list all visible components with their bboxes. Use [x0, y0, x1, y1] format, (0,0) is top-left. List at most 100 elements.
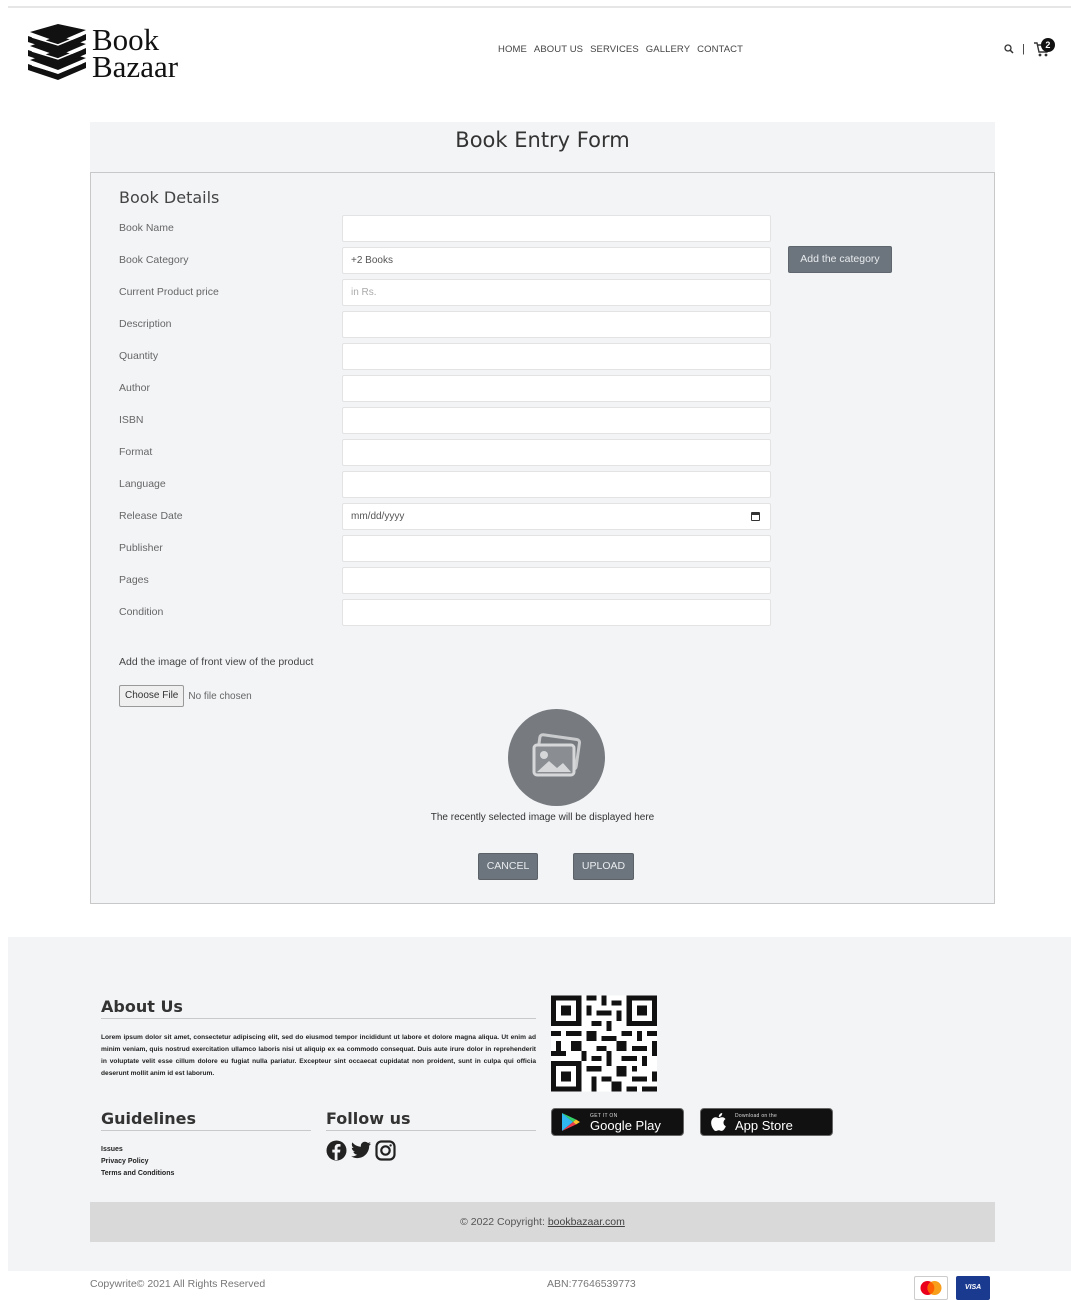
guidelines-heading: Guidelines	[101, 1109, 197, 1128]
qr-code-image	[551, 995, 657, 1092]
cart-button[interactable]: 2	[1033, 38, 1055, 58]
image-preview-caption: The recently selected image will be disp…	[430, 812, 655, 823]
field-label: Publisher	[119, 542, 163, 554]
form-row-release-date: Release Date mm/dd/yyyy	[119, 503, 969, 531]
search-icon[interactable]	[1004, 44, 1014, 54]
field-label: Condition	[119, 606, 164, 618]
file-status: No file chosen	[188, 690, 252, 702]
instagram-icon[interactable]	[375, 1140, 396, 1161]
form-row-author: Author	[119, 375, 969, 403]
format-input[interactable]	[342, 439, 771, 466]
form-row-format: Format	[119, 439, 969, 467]
book-entry-form: Book Details Book Name Book Category +2 …	[90, 172, 995, 904]
logo-text-line2: Bazaar	[92, 49, 179, 84]
guidelines-divider	[101, 1130, 311, 1131]
facebook-icon[interactable]	[326, 1140, 347, 1161]
abn-number: ABN:77646539773	[547, 1278, 636, 1290]
choose-file-button[interactable]: Choose File	[119, 685, 185, 707]
form-row-condition: Condition	[119, 599, 969, 627]
image-placeholder-icon	[532, 733, 582, 777]
form-title-band: Book Entry Form	[90, 122, 995, 172]
author-input[interactable]	[342, 375, 771, 402]
app-store-badge[interactable]: Download on the App Store	[700, 1108, 833, 1136]
form-row-language: Language	[119, 471, 969, 499]
field-label: Book Category	[119, 254, 189, 266]
about-us-heading: About Us	[101, 997, 183, 1016]
guideline-link-issues[interactable]: Issues	[101, 1144, 174, 1156]
language-input[interactable]	[342, 471, 771, 498]
pages-input[interactable]	[342, 567, 771, 594]
field-label: Language	[119, 478, 166, 490]
quantity-input[interactable]	[342, 343, 771, 370]
field-label: Quantity	[119, 350, 159, 362]
google-play-badge[interactable]: GET IT ON Google Play	[551, 1108, 684, 1136]
field-label: Description	[119, 318, 172, 330]
header-icons: | 2	[1004, 38, 1055, 58]
date-placeholder: mm/dd/yyyy	[351, 511, 405, 522]
copyright-band: © 2022 Copyright: bookbazaar.com	[90, 1202, 995, 1242]
follow-divider	[326, 1130, 536, 1131]
guideline-link-terms[interactable]: Terms and Conditions	[101, 1168, 174, 1180]
about-us-text: Lorem ipsum dolor sit amet, consectetur …	[101, 1034, 536, 1077]
app-store-big-text: App Store	[735, 1117, 793, 1133]
cart-count-badge: 2	[1040, 38, 1055, 52]
guideline-link-privacy[interactable]: Privacy Policy	[101, 1156, 174, 1168]
site-logo[interactable]: Book Bazaar	[24, 24, 178, 82]
mastercard-icon	[920, 1281, 942, 1295]
guidelines-list: Issues Privacy Policy Terms and Conditio…	[101, 1144, 174, 1180]
field-label: Current Product price	[119, 286, 219, 298]
nav-contact[interactable]: CONTACT	[697, 44, 743, 55]
book-name-input[interactable]	[342, 215, 771, 242]
field-label: Book Name	[119, 222, 174, 234]
nav-about-us[interactable]: ABOUT US	[534, 44, 583, 55]
upload-button[interactable]: UPLOAD	[573, 853, 634, 880]
google-play-icon	[562, 1113, 580, 1131]
form-row-description: Description	[119, 311, 969, 339]
section-title: Book Details	[119, 188, 220, 207]
book-category-select[interactable]: +2 Books	[342, 247, 771, 274]
nav-gallery[interactable]: GALLERY	[646, 44, 690, 55]
form-row-book-category: Book Category +2 Books Add the category	[119, 246, 969, 275]
copyright-link[interactable]: bookbazaar.com	[548, 1216, 625, 1228]
mastercard-badge	[914, 1276, 948, 1300]
main-nav: HOME ABOUT US SERVICES GALLERY CONTACT	[498, 44, 743, 55]
form-row-publisher: Publisher	[119, 535, 969, 563]
field-label: Release Date	[119, 510, 183, 522]
page-title: Book Entry Form	[455, 128, 630, 152]
about-divider	[101, 1018, 536, 1019]
field-label: Pages	[119, 574, 149, 586]
nav-services[interactable]: SERVICES	[590, 44, 639, 55]
top-divider	[8, 6, 1071, 8]
description-input[interactable]	[342, 311, 771, 338]
image-upload-label: Add the image of front view of the produ…	[119, 656, 314, 668]
bottom-copyright: Copywrite© 2021 All Rights Reserved	[90, 1278, 266, 1290]
publisher-input[interactable]	[342, 535, 771, 562]
book-stack-icon	[28, 24, 86, 80]
cancel-button[interactable]: CANCEL	[478, 853, 538, 880]
google-play-big-text: Google Play	[590, 1117, 661, 1133]
nav-home[interactable]: HOME	[498, 44, 527, 55]
form-row-price: Current Product price in Rs.	[119, 279, 969, 307]
form-row-isbn: ISBN	[119, 407, 969, 435]
copyright-text: © 2022 Copyright:	[460, 1216, 545, 1228]
field-label: Author	[119, 382, 150, 394]
header-separator: |	[1022, 43, 1025, 55]
condition-input[interactable]	[342, 599, 771, 626]
site-footer: About Us Lorem ipsum dolor sit amet, con…	[8, 937, 1071, 1271]
form-row-quantity: Quantity	[119, 343, 969, 371]
form-row-book-name: Book Name	[119, 215, 969, 243]
form-row-pages: Pages	[119, 567, 969, 595]
release-date-input[interactable]: mm/dd/yyyy	[342, 503, 771, 530]
apple-icon	[711, 1113, 726, 1131]
field-label: ISBN	[119, 414, 144, 426]
follow-us-heading: Follow us	[326, 1109, 411, 1128]
social-links	[326, 1140, 396, 1161]
isbn-input[interactable]	[342, 407, 771, 434]
image-preview-placeholder	[508, 709, 605, 806]
calendar-icon[interactable]	[751, 512, 760, 521]
twitter-icon[interactable]	[350, 1140, 372, 1161]
price-input[interactable]: in Rs.	[342, 279, 771, 306]
field-label: Format	[119, 446, 153, 458]
add-category-button[interactable]: Add the category	[788, 246, 892, 273]
visa-badge: VISA	[956, 1276, 990, 1300]
